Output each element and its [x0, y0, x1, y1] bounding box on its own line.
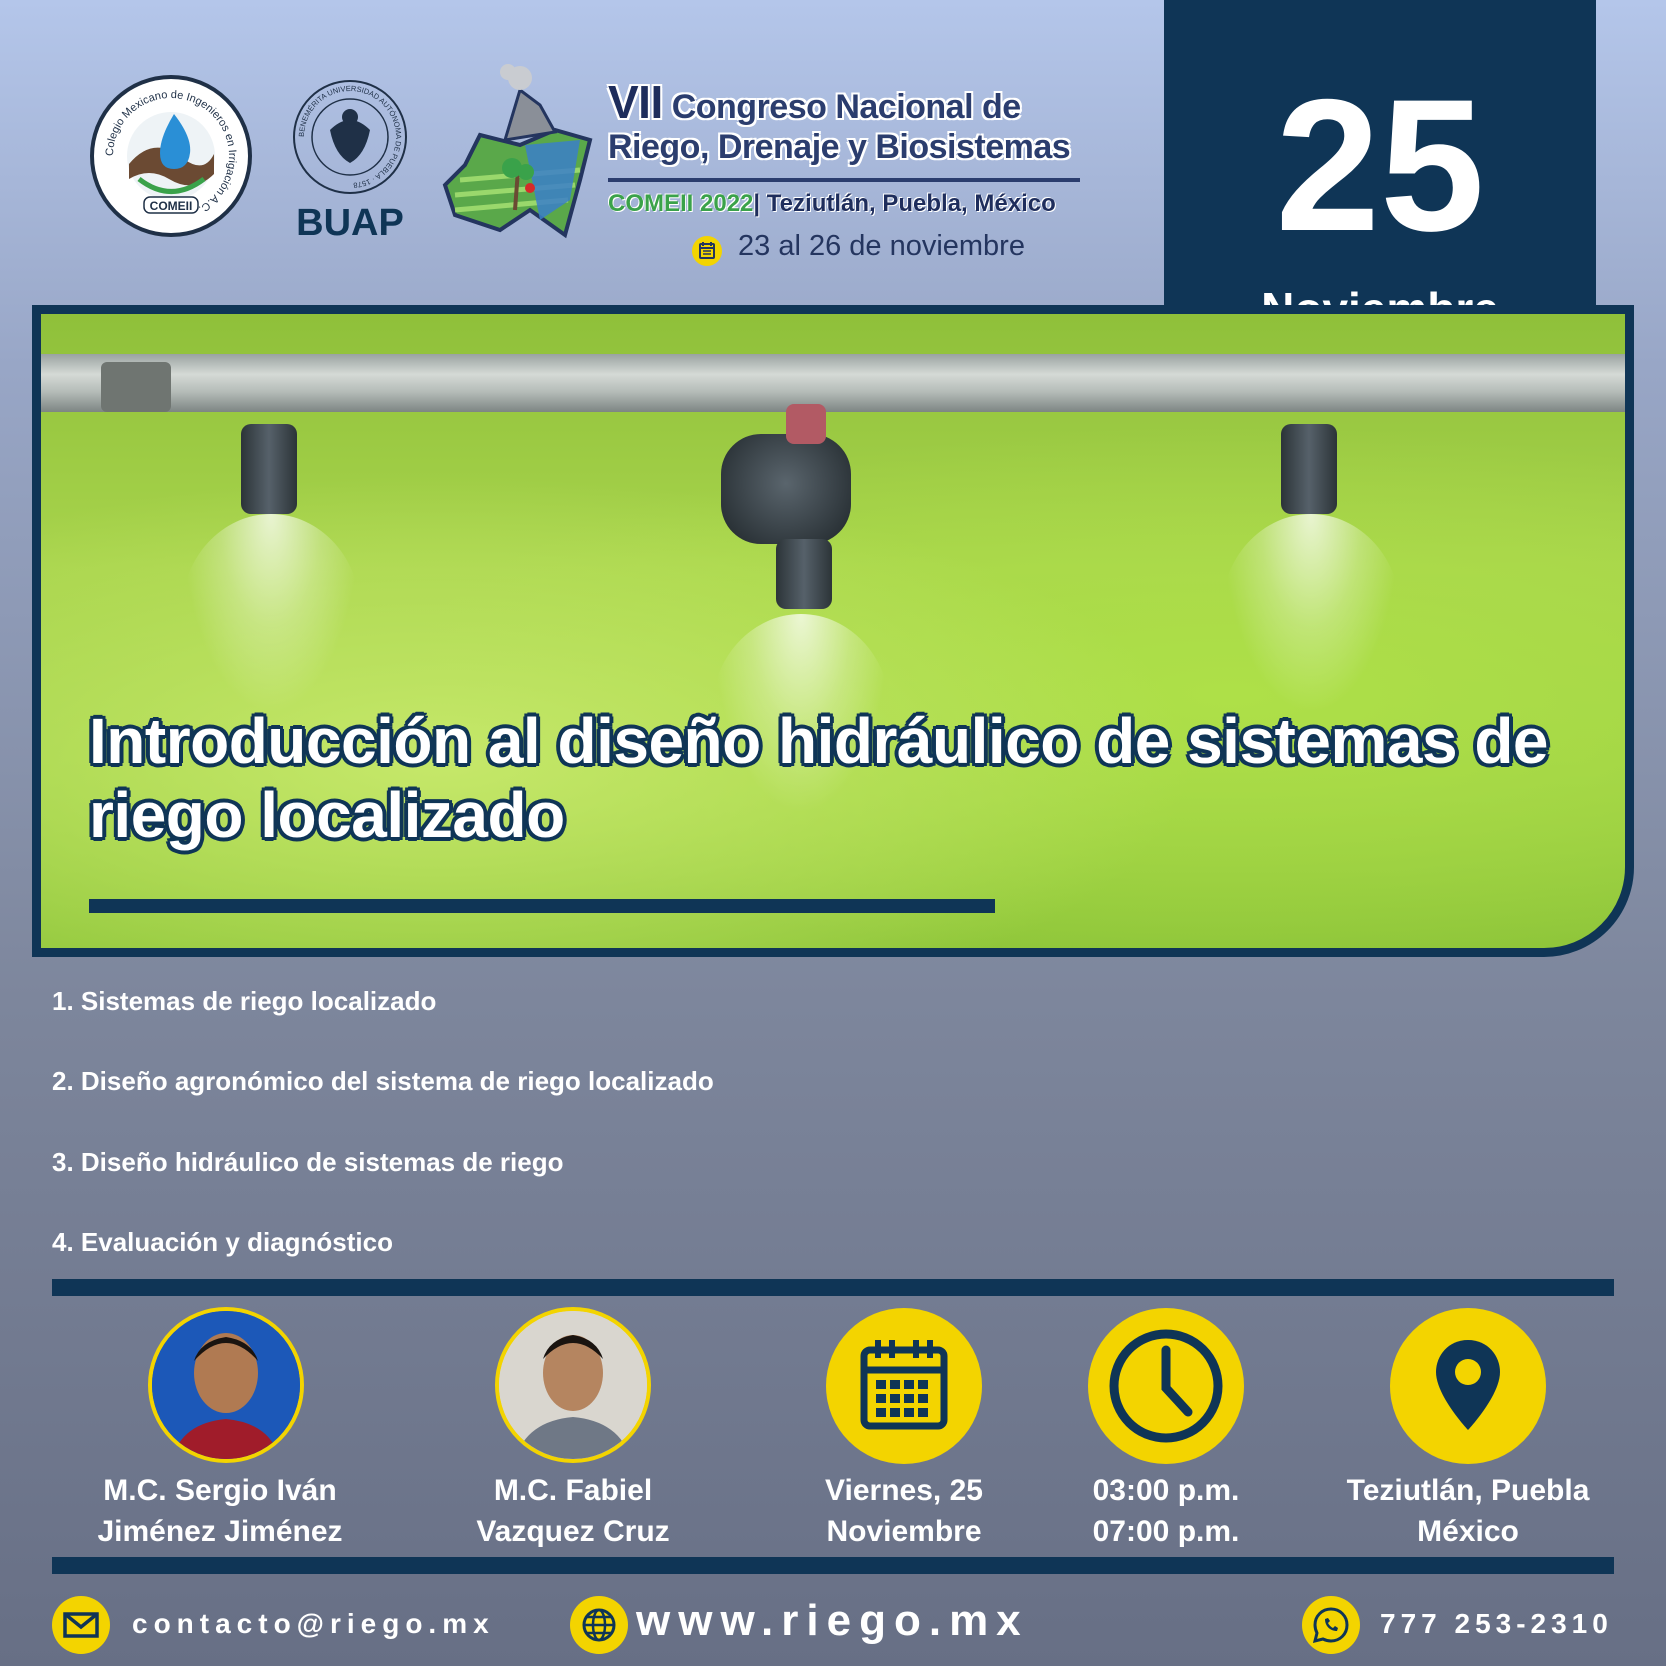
speaker-name-fabiel: M.C. Fabiel Vazquez Cruz: [476, 1474, 670, 1548]
contact-email[interactable]: contacto@riego.mx: [132, 1608, 495, 1640]
irrigation-pipe: [41, 354, 1625, 412]
title-underline: [89, 899, 995, 913]
topic-item: 4. Evaluación y diagnóstico: [52, 1227, 393, 1257]
envelope-icon: [52, 1596, 110, 1654]
topic-item: 1. Sistemas de riego localizado: [52, 986, 437, 1016]
speaker-name-sergio: M.C. Sergio Iván Jiménez Jiménez: [97, 1474, 343, 1548]
whatsapp-icon: [1302, 1596, 1360, 1654]
topic-item: 2. Diseño agronómico del sistema de rieg…: [52, 1066, 714, 1096]
sprinkler-nozzle: [776, 539, 832, 609]
speaker-photo-sergio: [148, 1307, 304, 1463]
section-divider: [52, 1279, 1614, 1296]
congress-title: VII Congreso Nacional de Riego, Drenaje …: [608, 76, 1088, 167]
sprinkler-nozzle: [241, 424, 297, 514]
calendar-icon: [826, 1308, 982, 1464]
section-divider: [52, 1557, 1614, 1574]
topic-item: 3. Diseño hidráulico de sistemas de rieg…: [52, 1147, 564, 1177]
congress-separator: |: [753, 190, 761, 217]
sprinkler-body: [721, 434, 851, 544]
event-poster: Colegio Mexicano de Ingenieros en Irriga…: [0, 0, 1666, 1666]
congress-logo: [440, 60, 600, 250]
pipe-coupling: [101, 362, 171, 412]
phone-number[interactable]: 777 253-2310: [1380, 1608, 1613, 1640]
event-location: Teziutlán, Puebla México: [1346, 1474, 1590, 1548]
clock-icon: [1088, 1308, 1244, 1464]
buap-label: BUAP: [296, 202, 404, 244]
sprinkler-nozzle: [1281, 424, 1337, 514]
congress-title-line2: Riego, Drenaje y Biosistemas: [608, 128, 1071, 166]
event-date: Viernes, 25 Noviembre: [825, 1474, 983, 1548]
congress-title-line1: VII Congreso Nacional de: [608, 76, 1021, 128]
congress-edition: VII: [608, 76, 663, 128]
congress-dates: 23 al 26 de noviembre: [738, 230, 1025, 262]
water-spray: [181, 514, 361, 714]
comeii-emblem: Colegio Mexicano de Ingenieros en Irriga…: [104, 89, 238, 215]
comeii-logo: Colegio Mexicano de Ingenieros en Irriga…: [90, 75, 252, 237]
water-spray: [1221, 514, 1401, 714]
irrigation-photo: Introducción al diseño hidráulico de sis…: [32, 305, 1634, 957]
globe-icon: [570, 1596, 628, 1654]
puebla-map-emblem: [442, 64, 593, 239]
buap-logo: BENEMÉRITA UNIVERSIDAD AUTÓNOMA DE PUEBL…: [285, 75, 415, 245]
speaker-photo-fabiel: [495, 1307, 651, 1463]
congress-edition-label: COMEII 2022: [608, 190, 754, 217]
banner-day: 25: [1275, 60, 1485, 270]
website-link[interactable]: www.riego.mx: [636, 1596, 1029, 1646]
course-title-line1: Introducción al diseño hidráulico de sis…: [89, 705, 1549, 777]
sprinkler-cap: [786, 404, 826, 444]
event-time: 03:00 p.m. 07:00 p.m.: [1092, 1474, 1240, 1548]
buap-emblem: BENEMÉRITA UNIVERSIDAD AUTÓNOMA DE PUEBL…: [293, 80, 407, 244]
congress-divider: [608, 178, 1080, 182]
course-title-line2: riego localizado: [89, 779, 565, 851]
calendar-icon: [692, 236, 722, 266]
congress-subtitle: COMEII 2022| Teziutlán, Puebla, México: [608, 190, 1088, 218]
comeii-logo-label: COMEII: [150, 199, 193, 213]
congress-place: Teziutlán, Puebla, México: [766, 190, 1056, 217]
location-pin-icon: [1390, 1308, 1546, 1464]
